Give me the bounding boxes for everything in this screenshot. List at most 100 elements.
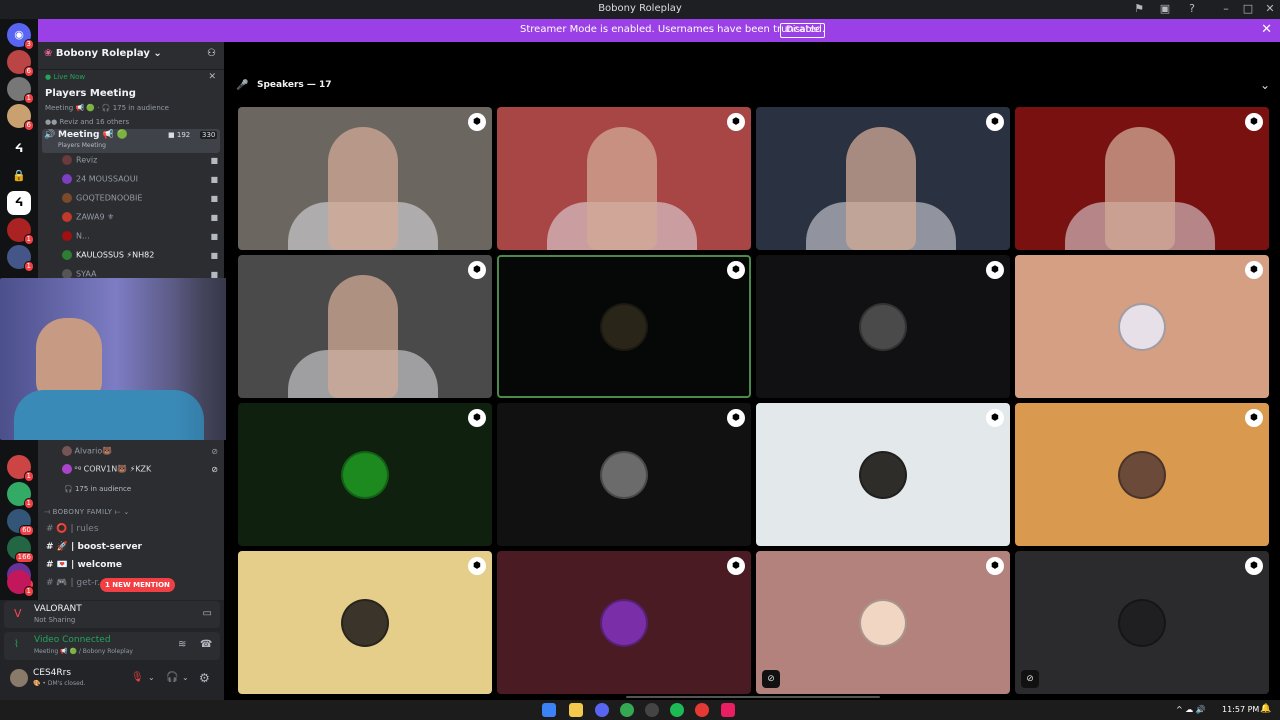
app-icon[interactable]: [695, 703, 709, 717]
video-camera-icon: ■: [210, 213, 218, 222]
speaker-avatar-tile[interactable]: ⬢: [238, 403, 492, 546]
file-explorer-icon[interactable]: [569, 703, 583, 717]
speaker-avatar: [600, 598, 648, 647]
window-icon[interactable]: ▣: [1157, 2, 1173, 16]
chevron-down-icon[interactable]: ⌄: [148, 673, 155, 682]
speaker-avatar-tile[interactable]: ⬢: [497, 551, 751, 694]
speaker-video-tile[interactable]: ⬢: [497, 107, 751, 250]
close-icon[interactable]: ✕: [1261, 22, 1272, 37]
speaker-avatar-tile[interactable]: ⬢: [1015, 403, 1269, 546]
speaker-avatar: [1118, 302, 1166, 351]
signal-icon[interactable]: ⌇: [14, 639, 19, 650]
connection-status[interactable]: Video Connected: [34, 635, 111, 645]
server-icon[interactable]: 1: [7, 570, 34, 597]
maximize-button[interactable]: □: [1240, 2, 1256, 16]
activity-panel[interactable]: V VALORANT Not Sharing ▭: [4, 601, 220, 628]
category-header[interactable]: ⟞ BOBONY FAMILY ⟝ ⌄: [44, 508, 130, 517]
headphones-icon[interactable]: 🎧: [166, 672, 178, 683]
server-header[interactable]: ❀ Bobony Roleplay ⌄ ⚇: [44, 48, 220, 64]
voice-user[interactable]: 24 MOUSSAOUI ■: [62, 174, 222, 190]
system-tray-icons[interactable]: ^ ☁ 🔊: [1176, 705, 1206, 714]
speaker-avatar-tile[interactable]: ⬢: [497, 255, 751, 398]
voice-user[interactable]: ᵒᵍ CORV1N🐻 ⚡KZK ⊘: [62, 464, 222, 480]
lock-icon[interactable]: 🔒: [7, 164, 31, 188]
moderator-shield-icon: ⬢: [727, 409, 745, 427]
speaker-avatar-tile[interactable]: ⬢: [756, 255, 1010, 398]
server-icon[interactable]: 6: [7, 104, 34, 131]
settings-gear-icon[interactable]: ⚙: [199, 671, 210, 685]
server-icon[interactable]: ᔦ: [7, 191, 31, 215]
video-camera-icon: ■: [168, 131, 175, 139]
new-mention-badge[interactable]: 1 NEW MENTION: [100, 578, 175, 592]
server-icon[interactable]: 1: [7, 245, 34, 272]
moderator-shield-icon: ⬢: [986, 113, 1004, 131]
server-icon[interactable]: 1: [7, 455, 34, 482]
chevron-down-icon[interactable]: ⌄: [182, 673, 189, 682]
voice-channel-meeting[interactable]: 🔊 Meeting 📢 🟢 Players Meeting ■ 192 330: [42, 129, 220, 153]
mic-muted-icon[interactable]: 🎙: [131, 672, 144, 683]
voice-user[interactable]: GOQTEDNOOBIE ■: [62, 193, 222, 209]
live-label-text: Live Now: [53, 73, 86, 81]
speaker-avatar-tile[interactable]: ⬢: [1015, 255, 1269, 398]
username[interactable]: CES4Rrs: [33, 668, 71, 678]
server-icon[interactable]: 1: [7, 77, 34, 104]
clock[interactable]: 11:57 PM: [1222, 705, 1259, 714]
unread-badge: 1: [23, 586, 34, 597]
connection-location[interactable]: Meeting 📢 🟢 / Bobony Roleplay: [34, 648, 133, 655]
video-camera-icon: ■: [210, 194, 218, 203]
minimize-button[interactable]: –: [1218, 2, 1234, 16]
speaker-video-tile[interactable]: ⬢: [1015, 107, 1269, 250]
inbox-icon[interactable]: ⚑: [1131, 2, 1147, 16]
server-icon[interactable]: 60: [7, 509, 34, 536]
screen-share-icon[interactable]: ▭: [203, 608, 212, 619]
speaker-avatar-tile[interactable]: ⬢ ⊘: [756, 551, 1010, 694]
chevron-down-icon[interactable]: ⌄: [1260, 78, 1270, 92]
start-icon[interactable]: [542, 703, 556, 717]
channel-name: boost-server: [77, 542, 142, 552]
discord-home-icon[interactable]: ◉ 3: [7, 23, 34, 50]
help-icon[interactable]: ?: [1184, 2, 1200, 16]
noise-suppression-icon[interactable]: ≋: [178, 639, 186, 650]
server-icon[interactable]: 166: [7, 536, 34, 563]
chrome-icon[interactable]: [620, 703, 634, 717]
avatar: [62, 231, 72, 241]
disable-button[interactable]: Disable: [780, 23, 826, 38]
activity-game: VALORANT: [34, 604, 82, 614]
disconnect-icon[interactable]: ☎: [200, 639, 212, 650]
unread-badge: 1: [23, 93, 34, 104]
voice-user[interactable]: Alvario🐻 ⊘: [62, 446, 222, 462]
app-icon[interactable]: [721, 703, 735, 717]
avatar[interactable]: [10, 669, 28, 687]
event-title[interactable]: Players Meeting: [45, 88, 136, 99]
server-icon[interactable]: 6: [7, 50, 34, 77]
add-member-icon[interactable]: ⚇: [207, 48, 216, 59]
speaker-avatar: [859, 450, 907, 499]
channel-boost-server[interactable]: # 🚀 | boost-server: [46, 542, 222, 558]
discord-icon[interactable]: [595, 703, 609, 717]
speaker-avatar-tile[interactable]: ⬢: [756, 403, 1010, 546]
close-icon[interactable]: ✕: [208, 72, 216, 82]
voice-user[interactable]: Reviz ■: [62, 155, 222, 171]
spotify-icon[interactable]: [670, 703, 684, 717]
voice-user[interactable]: KAULOSSUS ⚡NH82 ■: [62, 250, 222, 266]
server-icon[interactable]: ᔦ: [7, 137, 31, 161]
voice-user-name: 24 MOUSSAOUI: [76, 174, 138, 184]
notification-bell-icon[interactable]: 🔔: [1260, 704, 1271, 714]
channel-welcome[interactable]: # 💌 | welcome: [46, 560, 222, 576]
video-count: ■ 192: [168, 131, 190, 139]
audience-count[interactable]: 🎧 175 in audience: [64, 485, 131, 493]
obs-icon[interactable]: [645, 703, 659, 717]
voice-user[interactable]: ZAWA9 ⚜ ■: [62, 212, 222, 228]
speaker-video-tile[interactable]: ⬢: [756, 107, 1010, 250]
server-icon[interactable]: 1: [7, 218, 34, 245]
speaker-video-tile[interactable]: ⬢: [238, 107, 492, 250]
server-icon[interactable]: 1: [7, 482, 34, 509]
voice-user[interactable]: N... ■: [62, 231, 222, 247]
close-window-button[interactable]: ✕: [1262, 2, 1278, 16]
speaker-avatar-tile[interactable]: ⬢: [497, 403, 751, 546]
speaker-avatar-tile[interactable]: ⬢ ⊘: [1015, 551, 1269, 694]
channel-rules[interactable]: # ⭕ | rules: [46, 524, 222, 540]
speaker-video-tile[interactable]: ⬢: [238, 255, 492, 398]
voice-user-name: ZAWA9 ⚜: [76, 212, 115, 222]
speaker-avatar-tile[interactable]: ⬢: [238, 551, 492, 694]
